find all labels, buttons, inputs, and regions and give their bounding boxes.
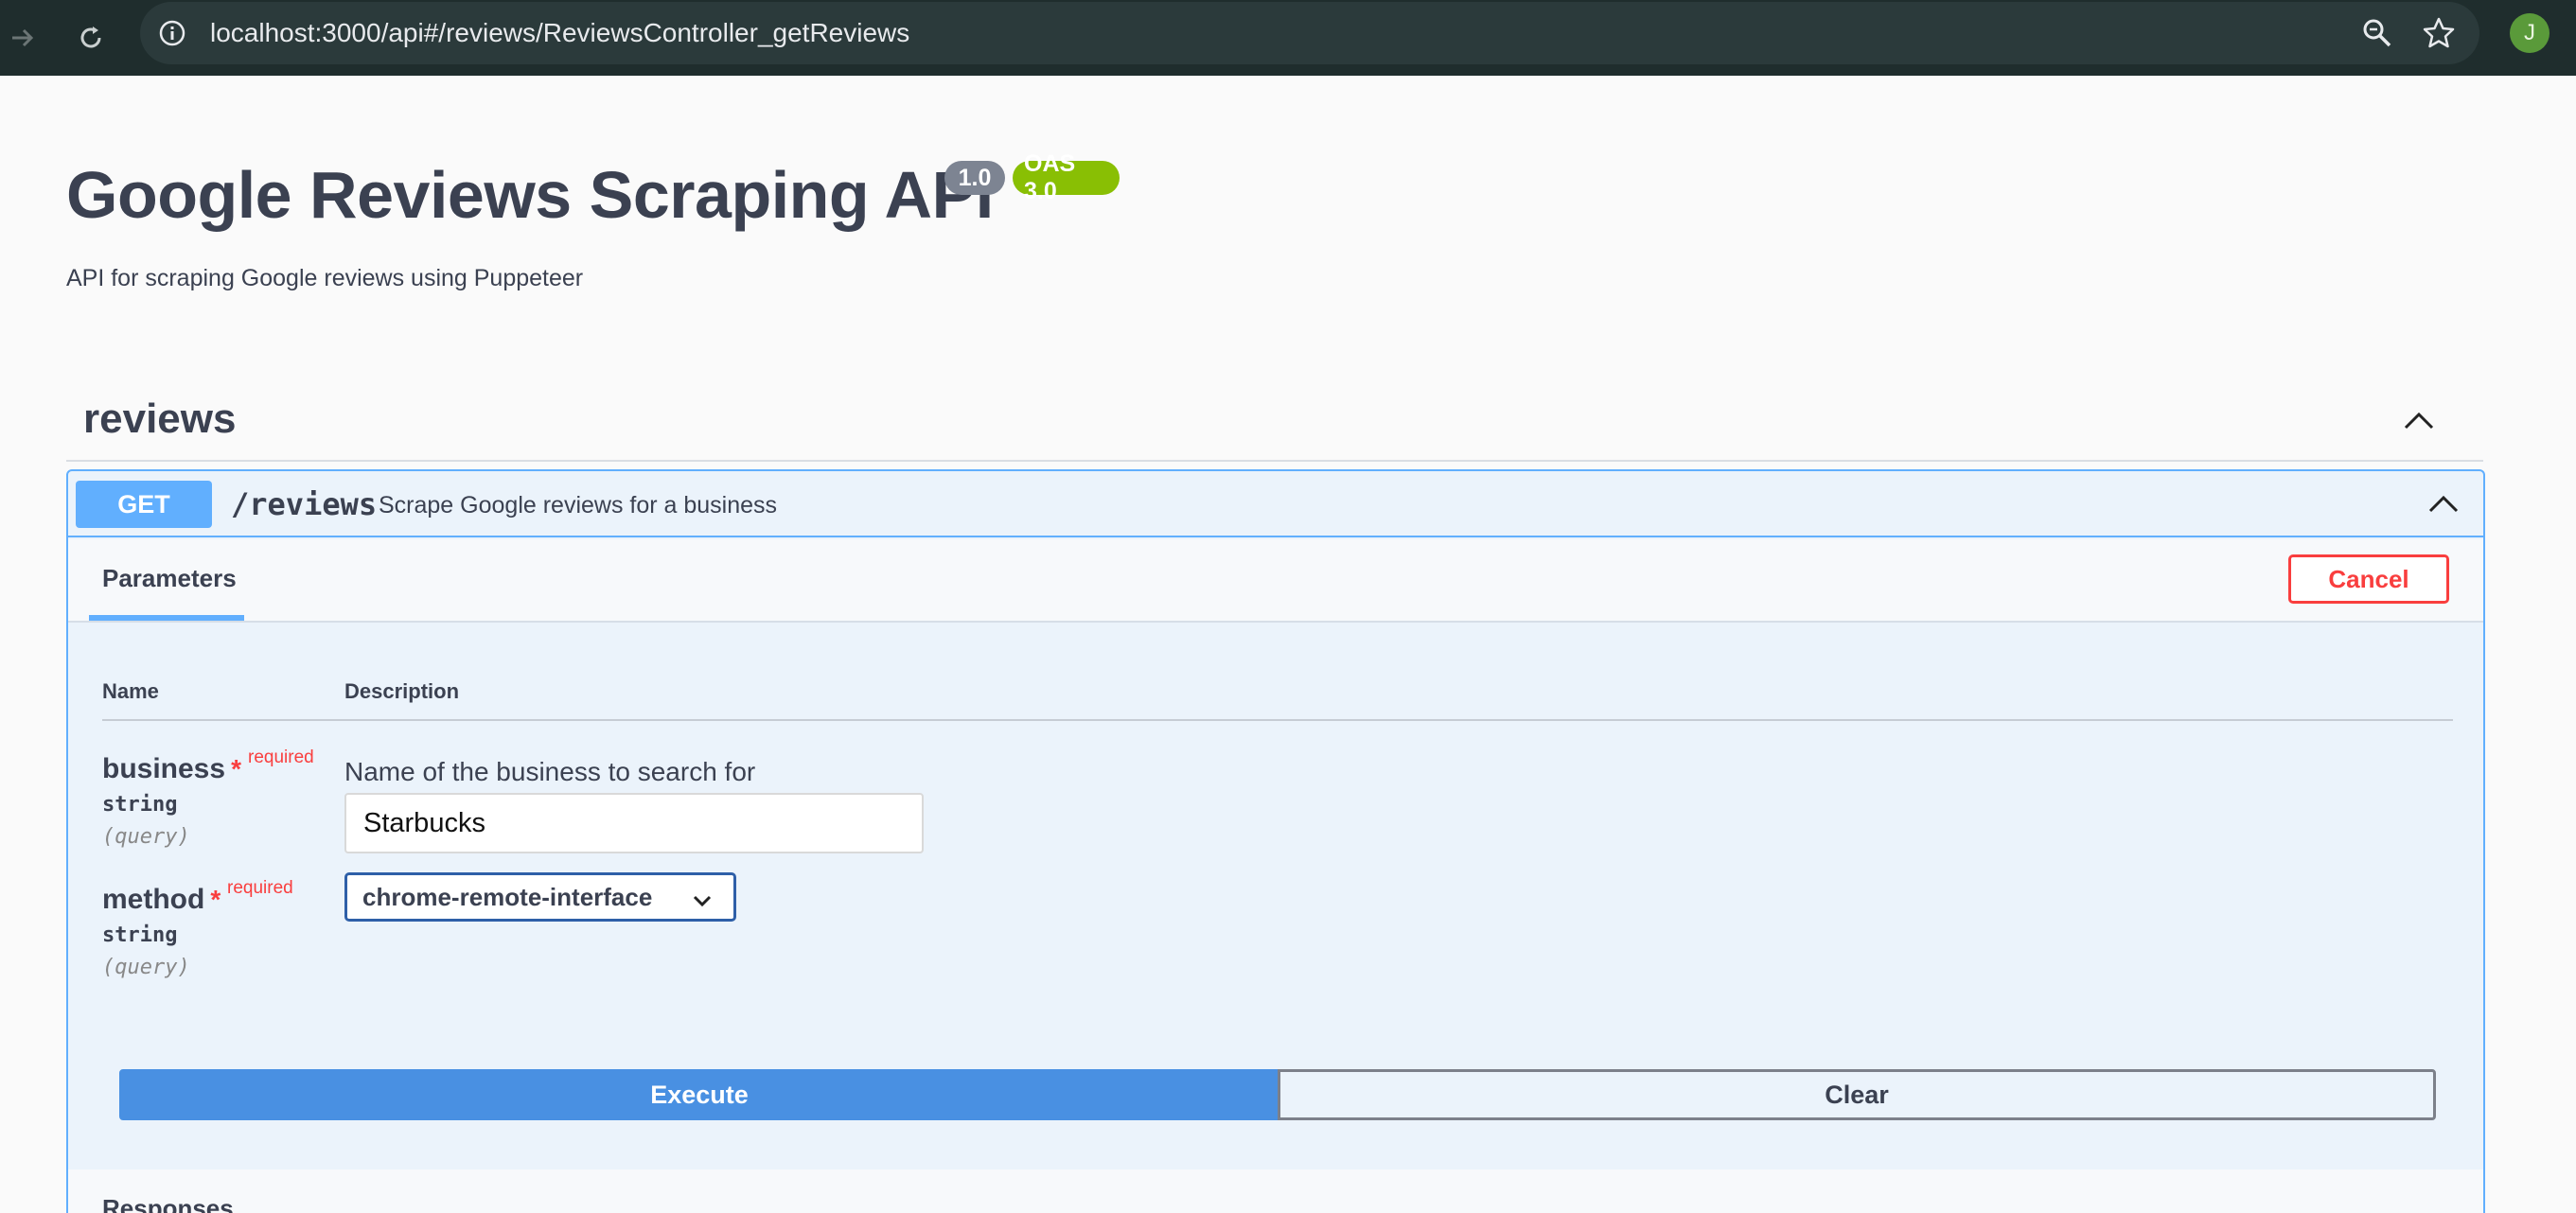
chevron-down-icon	[692, 888, 713, 909]
param-location: (query)	[102, 825, 190, 849]
param-type: string	[102, 793, 178, 817]
responses-title: Responses	[102, 1194, 234, 1213]
url-text[interactable]: localhost:3000/api#/reviews/ReviewsContr…	[210, 18, 909, 48]
version-badge: 1.0	[944, 161, 1005, 195]
header-divider	[102, 719, 2453, 721]
operation-block: GET /reviews Scrape Google reviews for a…	[66, 469, 2485, 1213]
profile-avatar[interactable]: J	[2510, 13, 2550, 53]
param-name: method *	[102, 884, 221, 916]
browser-toolbar: localhost:3000/api#/reviews/ReviewsContr…	[0, 0, 2576, 76]
bookmark-star-icon[interactable]	[2421, 15, 2457, 51]
method-badge: GET	[76, 481, 212, 528]
operation-summary-text: Scrape Google reviews for a business	[379, 492, 778, 519]
param-name-text: business	[102, 753, 226, 784]
param-location: (query)	[102, 956, 190, 979]
column-header-name: Name	[102, 679, 159, 703]
column-header-description: Description	[344, 679, 460, 703]
tag-section-header[interactable]: reviews	[66, 378, 2483, 462]
required-star: *	[210, 885, 221, 914]
method-select[interactable]: chrome-remote-interface	[344, 872, 736, 922]
required-label: required	[248, 747, 314, 767]
method-select-value: chrome-remote-interface	[362, 882, 653, 911]
tab-active-indicator	[89, 615, 244, 621]
site-info-icon[interactable]	[157, 18, 187, 48]
operation-path: /reviews	[231, 486, 378, 522]
tab-parameters[interactable]: Parameters	[102, 564, 237, 593]
tag-name[interactable]: reviews	[83, 396, 236, 443]
api-description: API for scraping Google reviews using Pu…	[66, 265, 584, 291]
param-name: business *	[102, 753, 241, 785]
param-name-text: method	[102, 884, 205, 915]
execute-wrapper: Execute Clear	[119, 1069, 2436, 1120]
required-star: *	[231, 754, 241, 783]
chevron-up-icon[interactable]	[2400, 401, 2438, 439]
forward-icon[interactable]	[0, 15, 45, 61]
zoom-icon[interactable]	[2360, 16, 2394, 50]
operation-summary[interactable]: GET /reviews Scrape Google reviews for a…	[68, 471, 2483, 537]
api-title: Google Reviews Scraping API	[66, 158, 994, 232]
reload-icon[interactable]	[68, 15, 114, 61]
parameters-header: Parameters Cancel	[68, 539, 2483, 623]
clear-button[interactable]: Clear	[1278, 1069, 2436, 1120]
execute-button[interactable]: Execute	[119, 1069, 1279, 1120]
oas-badge: OAS 3.0	[1013, 150, 1120, 204]
cancel-button[interactable]: Cancel	[2288, 554, 2449, 604]
required-label: required	[227, 878, 293, 898]
responses-header: Responses	[68, 1169, 2483, 1213]
chevron-up-icon[interactable]	[2425, 484, 2462, 522]
business-input[interactable]: Starbucks	[344, 793, 924, 853]
address-bar[interactable]: localhost:3000/api#/reviews/ReviewsContr…	[140, 2, 2479, 64]
param-type: string	[102, 923, 178, 947]
param-description: Name of the business to search for	[344, 757, 756, 786]
